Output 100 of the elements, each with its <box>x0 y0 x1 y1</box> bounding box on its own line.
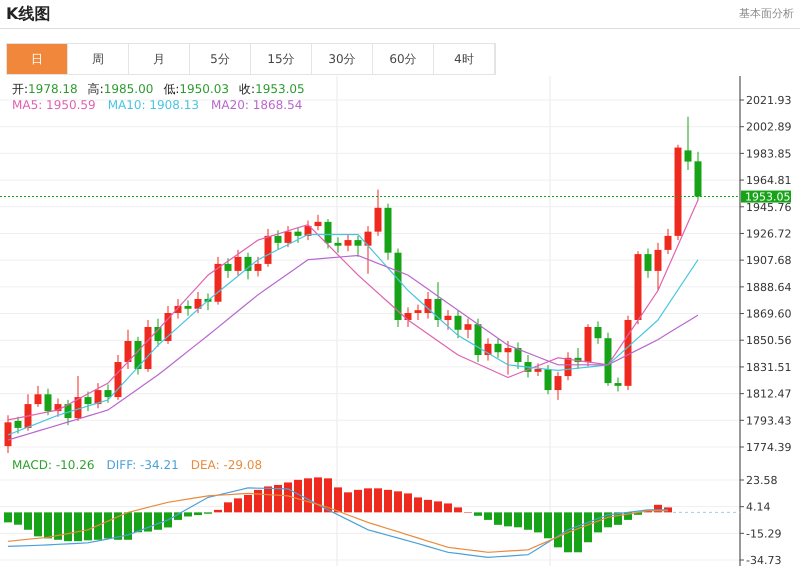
axis-tick-label: 1907.68 <box>746 254 792 268</box>
indicator-value: : 1868.54 <box>244 98 302 112</box>
candlestick <box>504 340 512 376</box>
indicator-value: : 1950.59 <box>38 98 96 112</box>
candlestick <box>114 354 122 400</box>
candlestick <box>294 226 302 244</box>
candlestick <box>254 256 262 278</box>
price-value: 1950.03 <box>179 82 230 96</box>
indicator-value: : -34.21 <box>132 458 179 472</box>
candlestick <box>694 151 702 202</box>
candlestick <box>554 371 562 400</box>
axis-tick-label: 1812.47 <box>746 388 792 401</box>
indicator-name: MA5 <box>12 98 38 112</box>
candlestick <box>494 338 502 358</box>
candlestick <box>314 214 322 231</box>
candlestick <box>354 235 362 258</box>
candlestick <box>684 116 692 170</box>
candlestick <box>124 329 132 370</box>
price-value: 1978.18 <box>28 82 78 96</box>
indicator-name: MA20 <box>211 98 245 112</box>
candlestick <box>44 388 52 416</box>
candlestick <box>24 394 32 432</box>
axis-tick-label: 1850.56 <box>746 334 792 348</box>
axis-tick-label: 1793.43 <box>746 414 792 428</box>
candlestick <box>534 362 542 377</box>
candlestick <box>74 376 82 422</box>
candlestick <box>134 336 142 376</box>
candlestick <box>484 338 492 362</box>
candlestick <box>594 320 602 344</box>
price-label: 高: <box>88 82 104 96</box>
candlestick <box>104 384 112 404</box>
candlestick <box>524 354 532 378</box>
axis-tick-label: 2002.89 <box>746 120 792 134</box>
indicator-name: DIFF <box>106 458 132 472</box>
candlestick <box>34 385 42 408</box>
indicator-value: : -29.08 <box>216 458 262 472</box>
candlestick <box>84 390 92 412</box>
price-label: 收: <box>239 82 256 96</box>
candlestick <box>274 230 282 250</box>
candlestick <box>234 249 242 276</box>
axis-tick-label: 1831.51 <box>746 360 792 374</box>
candlestick <box>664 228 672 255</box>
candlestick <box>454 310 462 339</box>
candlestick <box>334 236 342 254</box>
indicator-value: : -10.26 <box>48 458 95 472</box>
baseline <box>672 512 740 513</box>
analysis-link[interactable]: 基本面分析 <box>739 6 794 22</box>
candlestick <box>224 258 232 278</box>
axis-tick-label: -15.29 <box>746 527 782 540</box>
candlestick <box>424 291 432 320</box>
candlestick <box>174 298 182 320</box>
axis-tick-label: 1774.39 <box>746 441 792 453</box>
candlestick <box>404 306 412 328</box>
candlestick <box>364 226 372 274</box>
candlestick <box>584 324 592 367</box>
candlestick <box>194 291 202 314</box>
candlestick <box>4 414 12 453</box>
axis-tick-label: 1888.64 <box>746 280 792 294</box>
candlestick <box>324 218 332 249</box>
candlestick <box>614 376 622 392</box>
candlestick <box>644 248 652 278</box>
candlestick <box>444 310 452 330</box>
candlestick <box>414 304 422 320</box>
indicator-name: MACD <box>12 458 48 472</box>
candlestick <box>144 319 152 372</box>
price-value: 1985.00 <box>104 82 154 96</box>
candlestick <box>564 352 572 381</box>
axis-tick-label: 4.14 <box>746 500 770 514</box>
candlestick <box>514 342 522 370</box>
candlestick <box>374 189 382 236</box>
axis-tick-label: -34.73 <box>746 554 782 566</box>
axis-tick-label: 1964.81 <box>746 174 792 188</box>
candlestick <box>54 398 62 418</box>
candlestick <box>574 348 582 370</box>
axis-tick-label: 1983.85 <box>746 147 792 160</box>
indicator-value: : 1908.13 <box>142 98 200 112</box>
candlestick <box>384 203 392 260</box>
candlestick <box>154 318 162 348</box>
current-price-tag: 1953.05 <box>741 190 791 204</box>
candlestick <box>244 252 252 280</box>
candlestick <box>654 242 662 292</box>
candlestick <box>474 318 482 363</box>
axis-tick-label: 1926.72 <box>746 227 792 240</box>
candlestick <box>344 234 352 252</box>
candlestick <box>164 305 172 344</box>
candlestick <box>604 332 612 386</box>
indicator-name: DEA <box>190 458 216 472</box>
price-label: 开: <box>12 82 28 96</box>
candlestick <box>14 416 22 434</box>
candlestick <box>264 228 272 268</box>
price-label: 低: <box>163 82 180 96</box>
candlestick <box>214 256 222 306</box>
candlestick <box>184 300 192 316</box>
candlestick <box>64 399 72 426</box>
axis-tick-label: 2021.93 <box>746 94 792 107</box>
page-title: K线图 <box>6 3 50 25</box>
axis-tick-label: 23.58 <box>746 474 778 487</box>
indicator-name: MA10 <box>108 98 142 112</box>
candlestick <box>544 364 552 395</box>
candlestick <box>94 382 102 409</box>
